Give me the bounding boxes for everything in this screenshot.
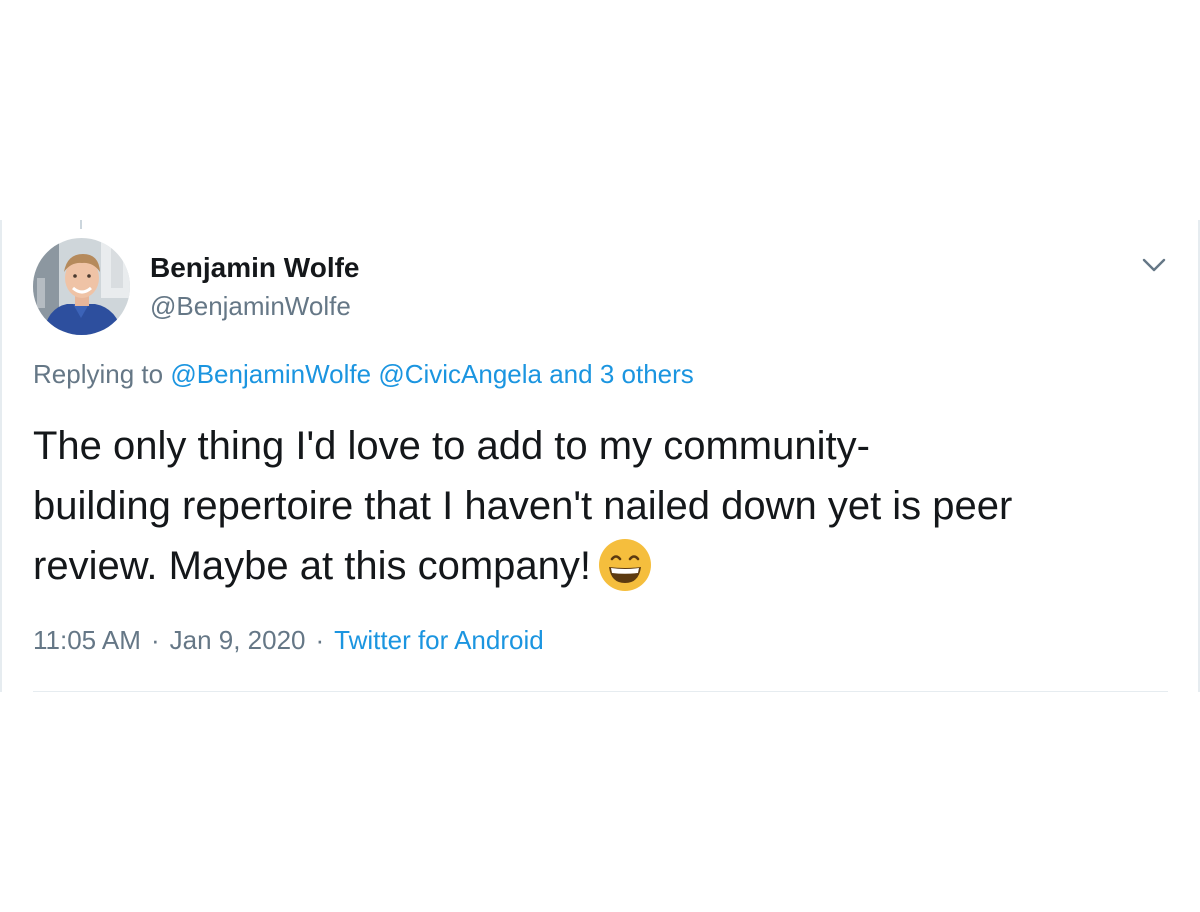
avatar-image <box>33 238 130 335</box>
thread-connector <box>80 220 82 229</box>
tweet-source-link[interactable]: Twitter for Android <box>334 625 544 655</box>
meta-separator: · <box>315 625 325 655</box>
meta-separator: · <box>150 625 160 655</box>
tweet-meta: 11:05 AM · Jan 9, 2020 · Twitter for Android <box>33 624 544 656</box>
card-left-border <box>0 220 2 692</box>
tweet-text-line: building repertoire that I haven't naile… <box>33 484 1013 528</box>
chevron-down-icon <box>1142 258 1166 272</box>
tweet-time[interactable]: 11:05 AM <box>33 625 141 655</box>
tweet-text-line: The only thing I'd love to add to my com… <box>33 424 870 468</box>
tweet-text-fragment: review. Maybe at this company! <box>33 544 592 588</box>
author-name[interactable]: Benjamin Wolfe <box>150 252 360 284</box>
divider <box>33 691 1168 692</box>
tweet-text: The only thing I'd love to add to my com… <box>33 416 1173 596</box>
avatar[interactable] <box>33 238 130 335</box>
tweet-date[interactable]: Jan 9, 2020 <box>170 625 306 655</box>
tweet-card: Benjamin Wolfe @BenjaminWolfe Replying t… <box>0 220 1200 692</box>
more-options-button[interactable] <box>1138 250 1170 278</box>
grinning-squinting-face-icon <box>599 539 652 591</box>
reply-prefix: Replying to <box>33 359 164 389</box>
tweet-text-line-last: review. Maybe at this company! <box>33 536 1173 596</box>
reply-mentions-link[interactable]: @BenjaminWolfe @CivicAngela and 3 others <box>170 359 693 389</box>
reply-context: Replying to @BenjaminWolfe @CivicAngela … <box>33 358 694 390</box>
author-handle[interactable]: @BenjaminWolfe <box>150 290 351 322</box>
